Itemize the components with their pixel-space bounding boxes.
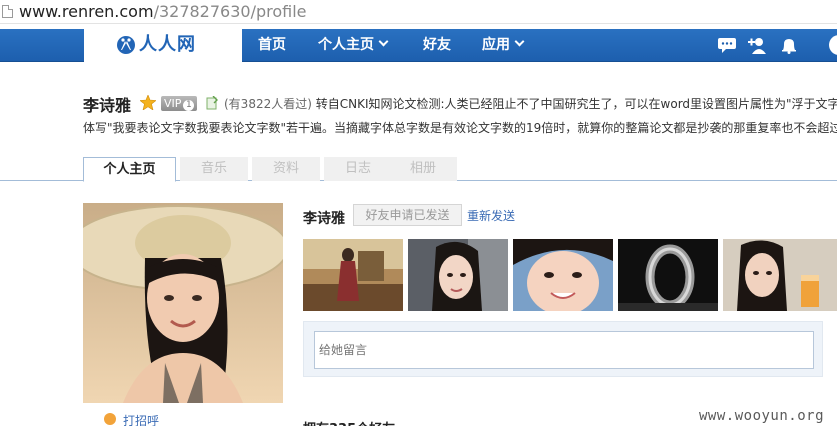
vip-label: VIP: [164, 97, 182, 110]
nav-item-label: 个人主页: [318, 37, 374, 53]
renren-logo[interactable]: 人人网: [84, 29, 242, 62]
friends-heading: 拥有335个好友: [303, 418, 395, 426]
chat-icon[interactable]: [717, 37, 737, 54]
status-line-2: 体写"我要表论文字数我要表论文字数"若干遍。当摘藏字体总字数是有效论文字数的19…: [83, 121, 837, 135]
photo-thumbnail[interactable]: [408, 239, 508, 311]
status-line-1: (有3822人看过) 转自CNKI知网论文检测:人类已经阻止不了中国研究生了，可…: [224, 95, 837, 112]
nav-item-label: 应用: [482, 37, 510, 53]
watermark-text: www.wooyun.org: [699, 408, 825, 424]
greet-link[interactable]: 打招呼: [123, 412, 159, 426]
photo-image: [408, 239, 508, 311]
profile-tabs: 个人主页 音乐 资料 日志 相册: [0, 157, 837, 182]
profile-name-secondary: 李诗雅: [303, 211, 345, 227]
chevron-down-icon: [514, 36, 525, 47]
page-icon: [2, 5, 13, 18]
photo-image: [513, 239, 613, 311]
top-navigation-bar: 人人网 首页 个人主页 好友 应用: [0, 29, 837, 62]
url-text[interactable]: www.renren.com/327827630/profile: [19, 2, 307, 22]
photo-image: [303, 239, 403, 311]
photo-thumbnail[interactable]: [723, 239, 837, 311]
avatar-photo: [83, 203, 283, 403]
profile-avatar[interactable]: [83, 203, 283, 403]
renren-logo-icon: [117, 36, 135, 54]
message-input[interactable]: [314, 331, 814, 369]
tab-music[interactable]: 音乐: [180, 157, 248, 181]
nav-item-friends[interactable]: 好友: [423, 29, 451, 62]
photo-image: [618, 239, 718, 311]
url-path: /327827630/profile: [153, 2, 307, 21]
chevron-down-icon: [378, 36, 389, 47]
search-icon[interactable]: [829, 35, 837, 55]
tab-album[interactable]: 相册: [389, 157, 457, 181]
status-icon: [206, 96, 218, 110]
star-icon: [140, 95, 156, 110]
profile-name: 李诗雅: [83, 96, 132, 115]
message-box: [303, 321, 823, 377]
nav-item-label: 好友: [423, 37, 451, 53]
add-friend-icon[interactable]: [748, 37, 768, 54]
vip-badge[interactable]: VIP 1: [161, 96, 198, 111]
nav-item-label: 首页: [258, 37, 286, 53]
nav-item-home[interactable]: 首页: [258, 29, 286, 62]
address-bar[interactable]: www.renren.com/327827630/profile: [0, 0, 837, 24]
tab-info[interactable]: 资料: [252, 157, 320, 181]
photo-image: [723, 239, 837, 311]
notification-bell-icon[interactable]: [779, 37, 799, 54]
friend-request-sent-button[interactable]: 好友申请已发送: [353, 204, 462, 226]
tab-blog[interactable]: 日志: [324, 157, 392, 181]
photo-thumbnail[interactable]: [618, 239, 718, 311]
nav-item-apps[interactable]: 应用: [482, 29, 525, 62]
logo-text: 人人网: [139, 34, 196, 55]
tab-profile[interactable]: 个人主页: [83, 157, 176, 182]
status-text: 转自CNKI知网论文检测:人类已经阻止不了中国研究生了，可以在word里设置图片…: [315, 97, 837, 111]
status-view-count: (有3822人看过): [224, 97, 312, 111]
nav-item-profile[interactable]: 个人主页: [318, 29, 389, 62]
vip-level: 1: [183, 100, 195, 111]
resend-request-link[interactable]: 重新发送: [467, 207, 515, 224]
greet-icon: [104, 413, 116, 425]
photo-thumbnail[interactable]: [513, 239, 613, 311]
url-host: www.renren.com: [19, 2, 154, 21]
photo-thumbnail[interactable]: [303, 239, 403, 311]
